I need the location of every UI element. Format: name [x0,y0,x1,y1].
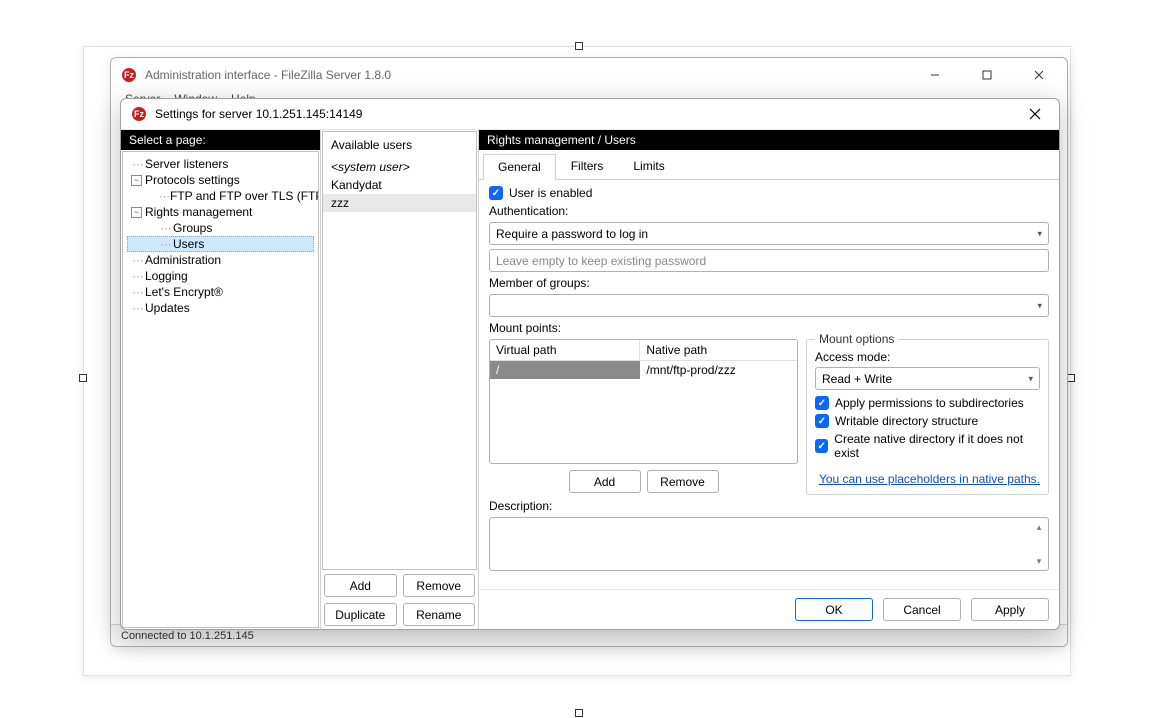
mount-options-title: Mount options [815,332,898,346]
parent-titlebar[interactable]: Fz Administration interface - FileZilla … [111,58,1067,92]
groups-select[interactable]: ▾ [489,294,1049,317]
apply-subdirs-checkbox[interactable]: ✓ [815,396,829,410]
tab-limits[interactable]: Limits [618,153,679,179]
mount-row[interactable]: / /mnt/ftp-prod/zzz [490,361,797,379]
tree-updates[interactable]: ⋯Updates [127,300,314,316]
duplicate-user-button[interactable]: Duplicate [324,603,397,626]
writable-dir-checkbox[interactable]: ✓ [815,414,829,428]
right-header: Rights management / Users [479,130,1059,150]
apply-subdirs-label: Apply permissions to subdirectories [835,396,1024,410]
auth-label: Authentication: [489,204,1049,218]
create-native-checkbox[interactable]: ✓ [815,439,828,453]
settings-dialog: Fz Settings for server 10.1.251.145:1414… [120,98,1060,630]
user-row[interactable]: Kandydat [323,176,476,194]
sel-handle-bottom[interactable] [575,709,583,717]
tree-protocols[interactable]: −Protocols settings [127,172,314,188]
right-panel: Rights management / Users General Filter… [479,130,1059,629]
scroll-up-icon[interactable]: ▴ [1032,520,1046,534]
remove-user-button[interactable]: Remove [403,574,476,597]
tab-filters[interactable]: Filters [556,153,619,179]
cancel-button[interactable]: Cancel [883,598,961,621]
dialog-title: Settings for server 10.1.251.145:14149 [155,107,1009,121]
user-system[interactable]: <system user> [323,158,476,176]
app-icon: Fz [121,67,137,83]
mount-table[interactable]: Virtual path Native path / /mnt/ftp-prod… [489,339,798,464]
tree-administration[interactable]: ⋯Administration [127,252,314,268]
scroll-down-icon[interactable]: ▾ [1032,554,1046,568]
cell-virtual-path: / [490,361,640,379]
page-list-panel: Select a page: ⋯Server listeners −Protoc… [121,130,321,629]
apply-button[interactable]: Apply [971,598,1049,621]
users-list[interactable]: Available users <system user> Kandydat z… [322,131,477,570]
ok-button[interactable]: OK [795,598,873,621]
writable-dir-label: Writable directory structure [835,414,978,428]
general-form: ✓ User is enabled Authentication: Requir… [479,180,1059,589]
access-select[interactable]: Read + Write ▾ [815,367,1040,390]
tree-ftp[interactable]: ⋯FTP and FTP over TLS (FTPS) [127,188,314,204]
create-native-label: Create native directory if it does not e… [834,432,1040,460]
users-list-header: Available users [323,132,476,158]
enabled-label: User is enabled [509,186,592,200]
sel-handle-top[interactable] [575,42,583,50]
user-row[interactable]: zzz [323,194,476,212]
maximize-button[interactable] [965,61,1009,89]
chevron-down-icon: ▾ [1028,373,1033,384]
sel-handle-right[interactable] [1067,374,1075,382]
svg-text:Fz: Fz [124,70,134,80]
description-input[interactable]: ▴ ▾ [489,517,1049,571]
page-tree[interactable]: ⋯Server listeners −Protocols settings ⋯F… [122,151,319,628]
col-virtual-path[interactable]: Virtual path [490,340,640,361]
password-input[interactable] [489,249,1049,272]
dialog-titlebar[interactable]: Fz Settings for server 10.1.251.145:1414… [121,99,1059,129]
sel-handle-left[interactable] [79,374,87,382]
mount-options-group: Mount options Access mode: Read + Write … [806,339,1049,495]
dialog-icon: Fz [131,106,147,122]
tree-rights[interactable]: −Rights management [127,204,314,220]
access-label: Access mode: [815,350,890,364]
col-native-path[interactable]: Native path [640,340,797,361]
auth-select[interactable]: Require a password to log in ▾ [489,222,1049,245]
status-text: Connected to 10.1.251.145 [121,630,254,642]
parent-title: Administration interface - FileZilla Ser… [145,68,905,82]
description-label: Description: [489,499,1049,513]
dialog-close-button[interactable] [1017,101,1053,127]
placeholders-link[interactable]: You can use placeholders in native paths… [819,472,1040,486]
add-user-button[interactable]: Add [324,574,397,597]
mount-label: Mount points: [489,321,1049,335]
groups-label: Member of groups: [489,276,1049,290]
auth-value: Require a password to log in [496,227,648,241]
remove-mount-button[interactable]: Remove [647,470,719,493]
tree-users[interactable]: ⋯Users [127,236,314,252]
tree-letsencrypt[interactable]: ⋯Let's Encrypt® [127,284,314,300]
cell-native-path: /mnt/ftp-prod/zzz [640,361,797,379]
tab-general[interactable]: General [483,154,556,180]
page-list-header: Select a page: [121,130,320,150]
add-mount-button[interactable]: Add [569,470,641,493]
minimize-button[interactable] [913,61,957,89]
dialog-footer: OK Cancel Apply [479,589,1059,629]
chevron-down-icon: ▾ [1037,228,1042,239]
close-button[interactable] [1017,61,1061,89]
tree-server-listeners[interactable]: ⋯Server listeners [127,156,314,172]
collapse-icon[interactable]: − [131,207,142,218]
tree-logging[interactable]: ⋯Logging [127,268,314,284]
users-panel: x Available users <system user> Kandydat… [321,130,479,629]
svg-text:Fz: Fz [134,109,144,119]
tree-groups[interactable]: ⋯Groups [127,220,314,236]
chevron-down-icon: ▾ [1037,300,1042,311]
tabs: General Filters Limits [479,150,1059,180]
rename-user-button[interactable]: Rename [403,603,476,626]
access-value: Read + Write [822,372,892,386]
collapse-icon[interactable]: − [131,175,142,186]
enabled-checkbox[interactable]: ✓ [489,186,503,200]
